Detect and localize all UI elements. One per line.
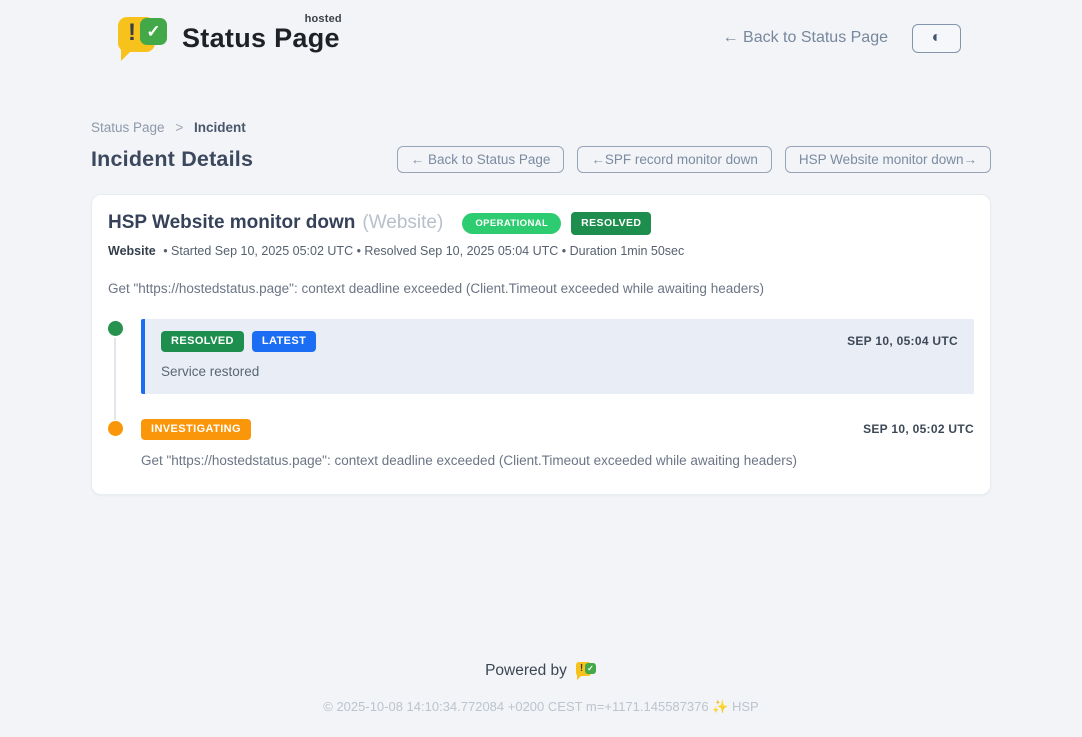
timeline-entry-content: RESOLVED LATEST SEP 10, 05:04 UTC Servic… bbox=[141, 319, 974, 394]
timeline-entry-timestamp: SEP 10, 05:04 UTC bbox=[847, 334, 958, 348]
latest-badge: LATEST bbox=[252, 331, 316, 352]
sparkles-icon: ✨ bbox=[712, 699, 728, 714]
main-content: Status Page > Incident Incident Details … bbox=[91, 120, 991, 495]
brand-logo-mini-icon[interactable]: ! ✓ bbox=[576, 661, 597, 680]
footer: Powered by ! ✓ © 2025-10-08 14:10:34.772… bbox=[0, 661, 1082, 715]
incident-nav-buttons: ← Back to Status Page ←SPF record monito… bbox=[397, 146, 991, 173]
timeline-entry-content: INVESTIGATING SEP 10, 05:02 UTC Get "htt… bbox=[141, 419, 974, 468]
header: ! ✓ Status Page hosted ← Back to Status … bbox=[0, 0, 1082, 62]
timeline-entry-message: Service restored bbox=[161, 364, 958, 379]
brand-name: Status Page hosted bbox=[182, 23, 340, 54]
powered-by-label: Powered by bbox=[485, 662, 567, 680]
back-to-status-page-button[interactable]: ← Back to Status Page bbox=[397, 146, 565, 173]
timeline-entry-message: Get "https://hostedstatus.page": context… bbox=[141, 453, 974, 468]
brand-logo[interactable]: ! ✓ Status Page hosted bbox=[118, 15, 340, 61]
header-back-link[interactable]: ← Back to Status Page bbox=[723, 29, 888, 47]
prev-incident-button[interactable]: ←SPF record monitor down bbox=[577, 146, 772, 173]
next-incident-button[interactable]: HSP Website monitor down→ bbox=[785, 146, 991, 173]
operational-badge: OPERATIONAL bbox=[462, 213, 561, 235]
brand-name-text: Status Page bbox=[182, 23, 340, 53]
incident-meta-details: • Started Sep 10, 2025 05:02 UTC • Resol… bbox=[163, 244, 684, 258]
incident-timeline: RESOLVED LATEST SEP 10, 05:04 UTC Servic… bbox=[108, 319, 974, 468]
breadcrumb-root[interactable]: Status Page bbox=[91, 120, 165, 135]
timeline-entry-head: INVESTIGATING SEP 10, 05:02 UTC bbox=[141, 419, 974, 440]
timeline-dot-investigating bbox=[108, 421, 123, 436]
copyright-line: © 2025-10-08 14:10:34.772084 +0200 CEST … bbox=[0, 699, 1082, 715]
breadcrumb-current: Incident bbox=[194, 120, 246, 135]
header-right: ← Back to Status Page ◐ bbox=[723, 24, 961, 53]
incident-meta: Website • Started Sep 10, 2025 05:02 UTC… bbox=[108, 244, 974, 258]
incident-title: HSP Website monitor down bbox=[108, 212, 355, 234]
exclamation-icon: ! bbox=[128, 19, 136, 47]
breadcrumb-separator: > bbox=[175, 120, 183, 135]
incident-card: HSP Website monitor down (Website) OPERA… bbox=[91, 194, 991, 495]
incident-meta-component: Website bbox=[108, 244, 156, 258]
timeline-entry-investigating: INVESTIGATING SEP 10, 05:02 UTC Get "htt… bbox=[108, 419, 974, 468]
timeline-dot-resolved bbox=[108, 321, 123, 336]
logo-bubble-tail bbox=[121, 48, 134, 61]
logo-bubble-tail bbox=[577, 675, 582, 680]
checkmark-icon: ✓ bbox=[140, 18, 167, 45]
copyright-suffix: HSP bbox=[728, 699, 758, 714]
timeline-entry-head: RESOLVED LATEST SEP 10, 05:04 UTC bbox=[161, 331, 958, 352]
incident-title-row: HSP Website monitor down (Website) OPERA… bbox=[108, 212, 974, 235]
timeline-entry-badges: RESOLVED LATEST bbox=[161, 331, 316, 352]
brand-logo-icon: ! ✓ bbox=[118, 15, 170, 61]
timeline-entry-badges: INVESTIGATING bbox=[141, 419, 251, 440]
powered-by: Powered by ! ✓ bbox=[0, 661, 1082, 680]
resolved-badge: RESOLVED bbox=[571, 212, 651, 235]
half-circle-icon: ◐ bbox=[932, 30, 942, 46]
theme-toggle-button[interactable]: ◐ bbox=[912, 24, 961, 53]
brand-hosted-label: hosted bbox=[305, 13, 342, 25]
checkmark-icon: ✓ bbox=[585, 663, 596, 674]
page-title: Incident Details bbox=[91, 147, 253, 172]
status-badge-resolved: RESOLVED bbox=[161, 331, 244, 352]
timeline-entry-timestamp: SEP 10, 05:02 UTC bbox=[863, 422, 974, 436]
incident-description: Get "https://hostedstatus.page": context… bbox=[108, 281, 974, 296]
copyright-text: © 2025-10-08 14:10:34.772084 +0200 CEST … bbox=[323, 699, 712, 714]
exclamation-icon: ! bbox=[580, 663, 583, 674]
timeline-entry-resolved: RESOLVED LATEST SEP 10, 05:04 UTC Servic… bbox=[108, 319, 974, 394]
breadcrumb: Status Page > Incident bbox=[91, 120, 991, 135]
incident-component: (Website) bbox=[362, 212, 443, 234]
title-row: Incident Details ← Back to Status Page ←… bbox=[91, 146, 991, 173]
status-badge-investigating: INVESTIGATING bbox=[141, 419, 251, 440]
